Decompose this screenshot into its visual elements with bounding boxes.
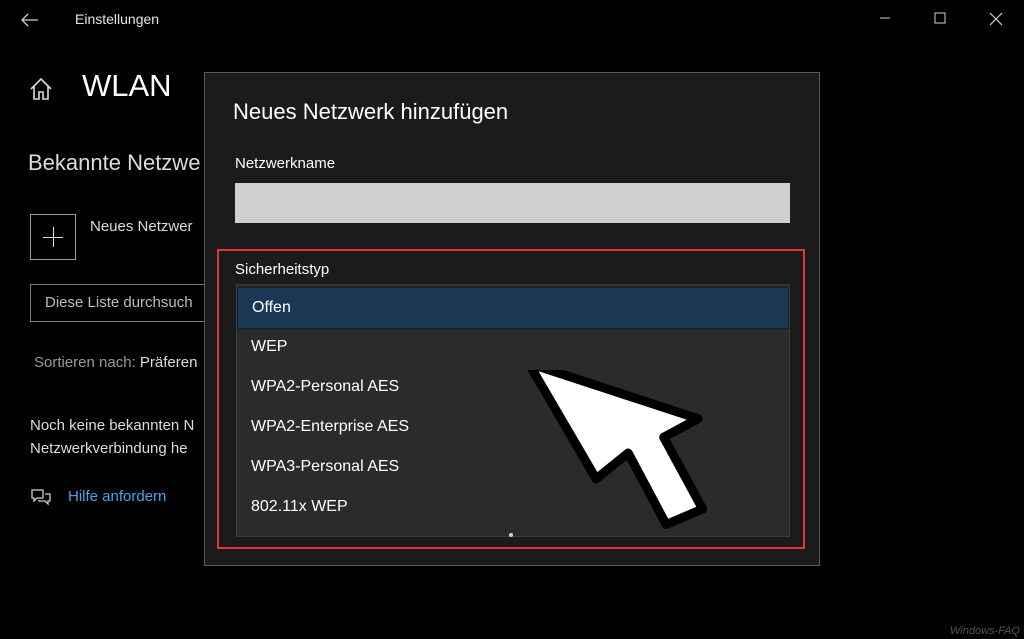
pointer-arrow-icon xyxy=(524,370,708,529)
no-networks-line-1: Noch keine bekannten N xyxy=(30,417,195,434)
close-icon xyxy=(989,12,1003,26)
back-arrow-icon xyxy=(21,13,38,27)
maximize-button[interactable] xyxy=(920,6,960,34)
no-networks-line-2: Netzwerkverbindung he xyxy=(30,440,188,457)
add-network-button[interactable] xyxy=(30,214,76,260)
help-chat-icon xyxy=(31,489,51,506)
home-icon[interactable] xyxy=(28,76,54,102)
minimize-button[interactable] xyxy=(865,6,905,34)
security-option-wep[interactable]: WEP xyxy=(237,327,789,367)
section-title: Bekannte Netzwe xyxy=(28,150,201,175)
scroll-indicator[interactable] xyxy=(509,533,513,537)
network-name-input[interactable] xyxy=(235,183,790,223)
watermark: Windows-FAQ xyxy=(950,625,1020,637)
sort-value[interactable]: Präferen xyxy=(140,354,198,371)
minimize-icon xyxy=(880,17,890,19)
network-name-label: Netzwerkname xyxy=(235,155,336,172)
sort-label: Sortieren nach: xyxy=(34,354,140,371)
close-button[interactable] xyxy=(976,6,1016,34)
settings-window: Einstellungen WLAN Bekannte Netzwe Neues… xyxy=(0,0,1024,639)
search-input[interactable]: Diese Liste durchsuch xyxy=(30,284,230,322)
dialog-title: Neues Netzwerk hinzufügen xyxy=(233,99,509,124)
title-bar: Einstellungen xyxy=(0,0,1024,40)
app-title: Einstellungen xyxy=(75,11,160,27)
page-title: WLAN xyxy=(82,68,172,103)
sort-row[interactable]: Sortieren nach: Präferen xyxy=(34,354,197,371)
maximize-icon xyxy=(934,12,946,24)
security-type-label: Sicherheitstyp xyxy=(235,261,330,278)
no-networks-text: Noch keine bekannten N Netzwerkverbindun… xyxy=(30,414,194,460)
help-link[interactable]: Hilfe anfordern xyxy=(68,488,166,505)
security-option-offen[interactable]: Offen xyxy=(237,287,789,329)
add-network-label[interactable]: Neues Netzwer xyxy=(90,218,193,235)
back-button[interactable] xyxy=(16,8,44,32)
